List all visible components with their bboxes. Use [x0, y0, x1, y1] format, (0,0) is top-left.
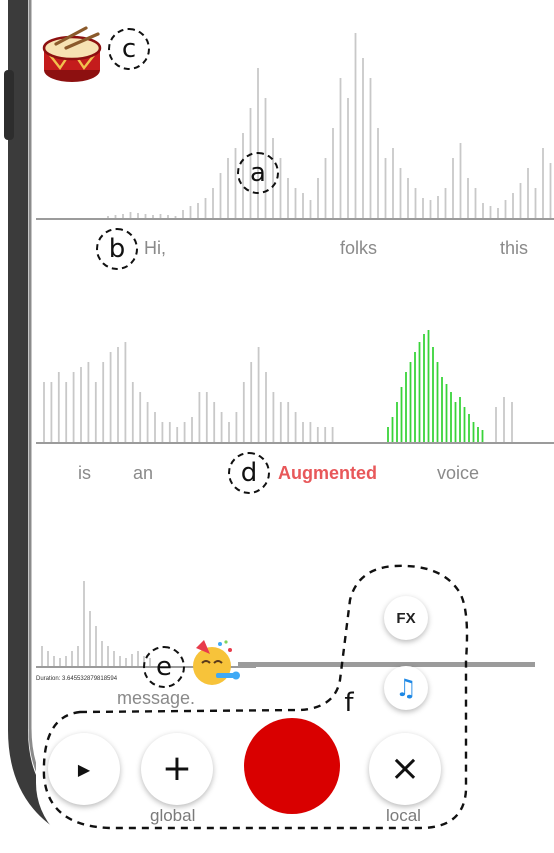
fx-label: FX	[396, 609, 416, 627]
global-label: global	[150, 806, 196, 825]
play-button[interactable]: ▶	[48, 733, 120, 805]
add-global-button[interactable]: +	[141, 733, 213, 805]
music-button[interactable]: ♫	[384, 666, 428, 710]
marker-f: f	[344, 688, 354, 718]
fx-button[interactable]: FX	[384, 596, 428, 640]
close-icon: ×	[389, 748, 421, 789]
plus-icon: +	[161, 748, 193, 789]
play-icon: ▶	[77, 759, 91, 779]
record-button[interactable]	[244, 718, 340, 814]
close-local-button[interactable]: ×	[369, 733, 441, 805]
music-note-icon: ♫	[395, 674, 417, 702]
local-label: local	[386, 806, 421, 825]
